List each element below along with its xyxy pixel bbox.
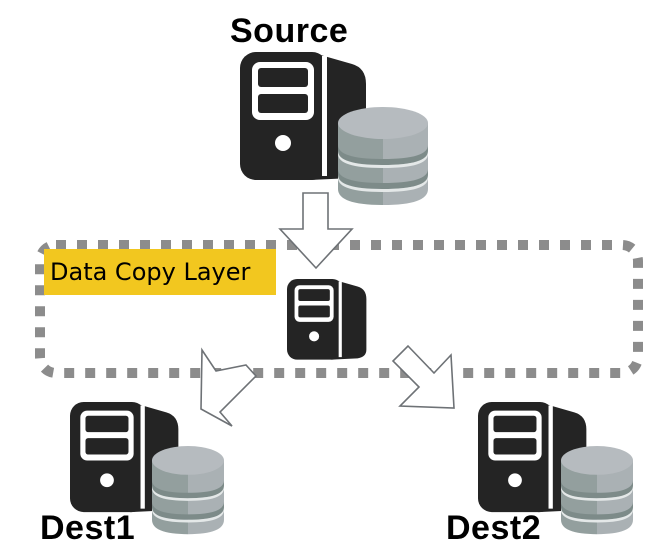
dest1-label: Dest1 <box>40 509 136 547</box>
copy-layer-server-node[interactable] <box>287 279 367 360</box>
dest2-label: Dest2 <box>446 509 542 547</box>
database-icon <box>338 107 428 205</box>
copy-layer-label: Data Copy Layer <box>44 249 276 295</box>
source-node[interactable] <box>240 52 428 205</box>
arrow-source-to-copy-layer <box>278 192 354 270</box>
arrow-copy-layer-to-dest1 <box>200 347 258 427</box>
database-icon <box>561 446 633 535</box>
source-label: Source <box>230 12 349 50</box>
database-icon <box>152 446 224 535</box>
server-icon <box>287 279 367 360</box>
